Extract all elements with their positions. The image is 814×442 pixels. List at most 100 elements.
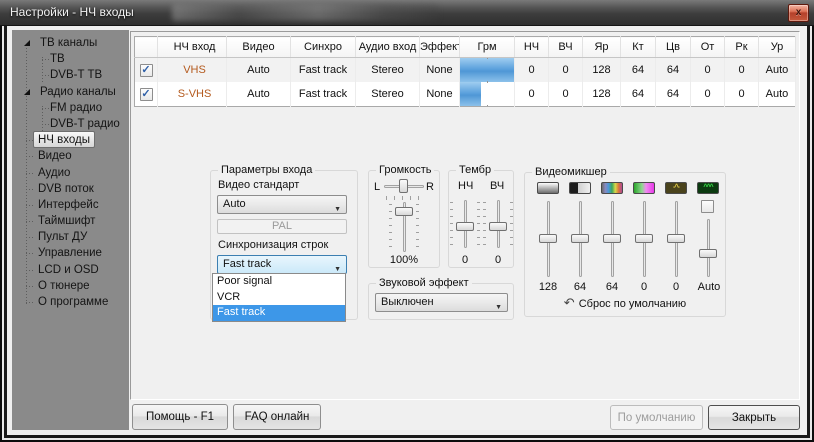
sidebar-item-about-tuner[interactable]: О тюнере (12, 278, 129, 294)
help-button[interactable]: Помощь - F1 (132, 404, 228, 430)
row-checkbox[interactable]: ✓ (140, 64, 153, 77)
volume-progressbar (460, 58, 514, 83)
sidebar-item-interface[interactable]: Интерфейс (12, 197, 129, 213)
volume-progressbar (460, 82, 514, 107)
faq-online-button[interactable]: FAQ онлайн (233, 404, 321, 430)
sidebar-item-dvb-stream[interactable]: DVB поток (12, 181, 129, 197)
window-title: Настройки - НЧ входы (10, 0, 134, 25)
cell-contrast: 64 (621, 58, 656, 83)
detected-standard-readout: PAL (217, 219, 347, 234)
slider-thumb[interactable] (635, 234, 653, 243)
sidebar-item-lf-inputs[interactable]: НЧ входы (12, 132, 129, 148)
sidebar-item-dvbt-radio[interactable]: DVB-T радио (12, 116, 129, 132)
cell-audio: Stereo (356, 58, 420, 83)
slider-thumb[interactable] (399, 179, 408, 193)
sidebar-item-radio-channels[interactable]: Радио каналы (12, 84, 129, 100)
reset-defaults-link[interactable]: ↶ Сброс по умолчанию (525, 295, 725, 311)
slider-thumb[interactable] (699, 249, 717, 258)
brightness-value: 128 (533, 281, 563, 293)
auto-level-checkbox[interactable] (701, 200, 714, 213)
balance-slider[interactable] (384, 179, 424, 193)
tree-expander-icon[interactable] (24, 89, 30, 95)
dropdown-option-fast-track[interactable]: Fast track (213, 305, 345, 321)
table-row-svhs[interactable]: ✓ S-VHS Auto Fast track Stereo None 0 0 … (135, 82, 796, 107)
sidebar-item-management[interactable]: Управление (12, 245, 129, 261)
input-name: VHS (158, 58, 227, 83)
brightness-slider[interactable] (539, 201, 557, 277)
slider-thumb[interactable] (667, 234, 685, 243)
sidebar-item-dvbt-tv[interactable]: DVB-T ТВ (12, 67, 129, 83)
slider-thumb[interactable] (539, 234, 557, 243)
lf-inputs-table: НЧ вход Видео Синхро Аудио вход Эффект Г… (134, 36, 796, 107)
level-value: Auto (691, 281, 727, 293)
group-legend: Тембр (456, 164, 494, 176)
sidebar-item-audio[interactable]: Аудио (12, 165, 129, 181)
slider-thumb[interactable] (456, 222, 474, 231)
hue-icon (633, 182, 655, 194)
close-button[interactable]: Закрыть (708, 405, 800, 430)
col-checkbox (135, 37, 158, 58)
table-row-vhs[interactable]: ✓ VHS Auto Fast track Stereo None 0 0 12… (135, 58, 796, 83)
cell-level: Auto (759, 58, 796, 83)
sharpness-value: 0 (661, 281, 691, 293)
saturation-slider[interactable] (603, 201, 621, 277)
col-contrast: Кт (621, 37, 656, 58)
cell-level: Auto (759, 82, 796, 107)
defaults-button[interactable]: По умолчанию (610, 405, 703, 430)
close-icon[interactable]: x (788, 4, 809, 22)
saturation-value: 64 (597, 281, 627, 293)
cell-color: 64 (656, 82, 691, 107)
bass-slider[interactable] (456, 200, 474, 248)
settings-content-panel: НЧ вход Видео Синхро Аудио вход Эффект Г… (130, 31, 800, 400)
slider-thumb[interactable] (395, 207, 413, 216)
cell-brightness: 128 (583, 58, 621, 83)
treble-value: 0 (486, 254, 510, 266)
row-checkbox[interactable]: ✓ (140, 88, 153, 101)
reset-defaults-label: Сброс по умолчанию (579, 298, 686, 310)
cell-hue: 0 (691, 58, 725, 83)
dropdown-option-poor-signal[interactable]: Poor signal (213, 274, 345, 290)
sound-effect-select[interactable]: Выключен ▼ (375, 293, 508, 312)
sidebar-item-fm-radio[interactable]: FM радио (12, 100, 129, 116)
slider-thumb[interactable] (489, 222, 507, 231)
brightness-icon (537, 182, 559, 194)
contrast-slider[interactable] (571, 201, 589, 277)
group-legend: Громкость (376, 164, 434, 176)
sidebar-item-tv[interactable]: ТВ (12, 51, 129, 67)
sound-effect-group: Звуковой эффект Выключен ▼ (368, 283, 514, 320)
sharpness-slider[interactable] (667, 201, 685, 277)
sidebar-item-tv-channels[interactable]: ТВ каналы (12, 35, 129, 51)
volume-slider[interactable] (395, 202, 413, 252)
settings-window: Настройки - НЧ входы x ТВ каналы ТВ (0, 0, 814, 442)
video-standard-select[interactable]: Auto ▼ (217, 195, 347, 214)
cell-bass: 0 (515, 82, 549, 107)
selected-item-highlight[interactable]: НЧ входы (33, 131, 95, 148)
slider-ticks (386, 196, 423, 200)
tree-expander-icon[interactable] (24, 40, 30, 46)
cell-effect: None (420, 58, 460, 83)
cell-bass: 0 (515, 58, 549, 83)
sidebar-item-about-program[interactable]: О программе (12, 294, 129, 310)
slider-track[interactable] (707, 219, 710, 277)
hue-value: 0 (629, 281, 659, 293)
undo-arrow-icon: ↶ (564, 295, 575, 310)
slider-thumb[interactable] (571, 234, 589, 243)
balance-right-label: R (426, 181, 434, 193)
cell-brightness: 128 (583, 82, 621, 107)
bass-value: 0 (453, 254, 477, 266)
sidebar-item-remote-control[interactable]: Пульт ДУ (12, 229, 129, 245)
group-legend: Параметры входа (218, 164, 315, 176)
level-slider[interactable] (699, 219, 717, 277)
cell-audio: Stereo (356, 82, 420, 107)
slider-thumb[interactable] (603, 234, 621, 243)
settings-tree: ТВ каналы ТВ DVB-T ТВ Радио каналы FM ра… (12, 35, 129, 310)
sync-select[interactable]: Fast track ▼ (217, 255, 347, 274)
col-color: Цв (656, 37, 691, 58)
sidebar-item-video[interactable]: Видео (12, 148, 129, 164)
treble-slider[interactable] (489, 200, 507, 248)
hue-slider[interactable] (635, 201, 653, 277)
sidebar-item-lcd-osd[interactable]: LCD и OSD (12, 262, 129, 278)
window-frame-outer: ТВ каналы ТВ DVB-T ТВ Радио каналы FM ра… (0, 26, 814, 442)
sidebar-item-timeshift[interactable]: Таймшифт (12, 213, 129, 229)
dropdown-option-vcr[interactable]: VCR (213, 290, 345, 306)
